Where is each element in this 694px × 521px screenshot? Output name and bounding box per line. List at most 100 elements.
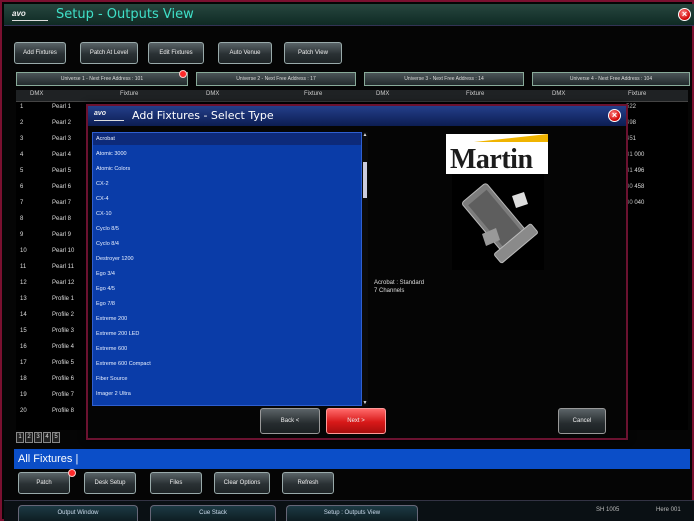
status-tab-output-window[interactable]: Output Window [18, 505, 138, 521]
list-item[interactable]: Ego 7/8 [93, 298, 361, 310]
dialog-close-icon[interactable]: × [608, 109, 621, 122]
table-row[interactable]: 8 Pearl 8 [16, 216, 96, 228]
list-item[interactable]: Atomic 3000 [93, 148, 361, 160]
list-item[interactable]: CX-10 [93, 208, 361, 220]
row-dmx: 9 [20, 232, 24, 238]
brand-logo: Martin [446, 134, 548, 175]
list-item[interactable]: Fiber Source [93, 373, 361, 385]
next-button[interactable]: Next > [326, 408, 386, 434]
list-item[interactable]: Destroyer 1200 [93, 253, 361, 265]
window-title: Setup - Outputs View [56, 7, 194, 22]
universe-tab-3[interactable]: Universe 3 - Next Free Address : 14 [364, 72, 524, 86]
list-item[interactable]: Extreme 600 Compact [93, 358, 361, 370]
list-item[interactable]: Imager 2 Ultra [93, 388, 361, 400]
grid-header-cell: Fixture [120, 91, 139, 97]
row-dmx: 16 [20, 344, 27, 350]
row-dmx: 6 [20, 184, 24, 190]
list-item[interactable]: Extreme 200 [93, 313, 361, 325]
table-row[interactable]: 9 Pearl 9 [16, 232, 96, 244]
list-item[interactable]: Acrobat [93, 133, 361, 145]
files-button[interactable]: Files [150, 472, 202, 494]
grid-header-cell: Fixture [628, 91, 647, 97]
table-row[interactable]: 3 Pearl 3 [16, 136, 96, 148]
table-row[interactable]: 20 Profile 8 [16, 408, 96, 420]
patch-view-button[interactable]: Patch View [284, 42, 342, 64]
page-button[interactable]: 4 [43, 432, 51, 443]
row-dmx: 3 [20, 136, 24, 142]
fixture-image [452, 174, 544, 270]
row-fixture-name: Pearl 7 [52, 200, 72, 206]
auto-venue-button[interactable]: Auto Venue [218, 42, 272, 64]
table-row[interactable]: 11 Pearl 11 [16, 264, 96, 276]
row-dmx: 18 [20, 376, 27, 382]
status-bar: Output Window Cue Stack Setup : Outputs … [4, 500, 694, 521]
table-row[interactable]: 7 Pearl 7 [16, 200, 96, 212]
grid-header-cell: Fixture [466, 91, 485, 97]
status-tab-cue-stack[interactable]: Cue Stack [150, 505, 276, 521]
clear-options-button[interactable]: Clear Options [214, 472, 270, 494]
list-item[interactable]: Atomic Colors [93, 163, 361, 175]
command-line[interactable]: All Fixtures | [14, 449, 690, 469]
edit-fixtures-button[interactable]: Edit Fixtures [148, 42, 204, 64]
table-row[interactable]: 13 Profile 1 [16, 296, 96, 308]
universe-tab-4[interactable]: Universe 4 - Next Free Address : 104 [532, 72, 690, 86]
cancel-button[interactable]: Cancel [558, 408, 606, 434]
alert-badge [179, 70, 187, 78]
list-item[interactable]: Ego 4/5 [93, 283, 361, 295]
close-icon[interactable]: × [678, 8, 691, 21]
table-row[interactable]: 16 Profile 4 [16, 344, 96, 356]
table-row[interactable]: 4 Pearl 4 [16, 152, 96, 164]
page-button[interactable]: 1 [16, 432, 24, 443]
row-fixture-name: Pearl 10 [52, 248, 75, 254]
fixture-type-list[interactable]: Acrobat Atomic 3000 Atomic Colors CX-2 CX-4 C… [92, 132, 362, 406]
row-dmx: 14 [20, 312, 27, 318]
row-fixture-name: Profile 1 [52, 296, 75, 302]
list-item[interactable]: Cyclo 8/5 [93, 223, 361, 235]
table-row[interactable]: 2 Pearl 2 [16, 120, 96, 132]
add-fixtures-button[interactable]: Add Fixtures [14, 42, 66, 64]
page-button[interactable]: 5 [52, 432, 60, 443]
status-tab-setup[interactable]: Setup : Outputs View [286, 505, 418, 521]
list-item[interactable]: CX-2 [93, 178, 361, 190]
table-row[interactable]: 17 Profile 5 [16, 360, 96, 372]
row-fixture-name: Pearl 11 [52, 264, 74, 270]
desk-setup-button[interactable]: Desk Setup [84, 472, 136, 494]
row-fixture-name: Pearl 2 [52, 120, 72, 126]
refresh-button[interactable]: Refresh [282, 472, 334, 494]
brand-name: Martin [450, 144, 533, 175]
page-button[interactable]: 3 [34, 432, 42, 443]
right-column-cell: 31 496 [626, 168, 645, 174]
table-row[interactable]: 19 Profile 7 [16, 392, 96, 404]
table-row[interactable]: 14 Profile 2 [16, 312, 96, 324]
list-item[interactable]: CX-4 [93, 193, 361, 205]
row-fixture-name: Pearl 6 [52, 184, 72, 190]
scroll-down-icon[interactable]: ▼ [362, 400, 368, 406]
table-row[interactable]: 15 Profile 3 [16, 328, 96, 340]
back-button[interactable]: Back < [260, 408, 320, 434]
grid-header-cell: DMX [376, 91, 390, 97]
table-row[interactable]: 12 Pearl 12 [16, 280, 96, 292]
table-row[interactable]: 6 Pearl 6 [16, 184, 96, 196]
list-item[interactable]: Extreme 600 [93, 343, 361, 355]
grid-header-cell: Fixture [304, 91, 323, 97]
patch-at-level-button[interactable]: Patch At Level [80, 42, 138, 64]
universe-tab-1[interactable]: Universe 1 - Next Free Address : 101 [16, 72, 188, 86]
table-row[interactable]: 18 Profile 6 [16, 376, 96, 388]
list-scrollbar[interactable]: ▲ ▼ [362, 132, 368, 406]
scroll-thumb[interactable] [363, 162, 367, 198]
dialog-title: Add Fixtures - Select Type [132, 109, 274, 122]
universe-tab-2[interactable]: Universe 2 - Next Free Address : 17 [196, 72, 356, 86]
right-column-cell: 31 000 [626, 152, 645, 158]
list-item[interactable]: Cyclo 8/4 [93, 238, 361, 250]
row-fixture-name: Profile 5 [52, 360, 75, 366]
list-item[interactable]: Extreme 200 LED [93, 328, 361, 340]
scroll-up-icon[interactable]: ▲ [362, 132, 368, 138]
page-button[interactable]: 2 [25, 432, 33, 443]
table-row[interactable]: 10 Pearl 10 [16, 248, 96, 260]
table-row[interactable]: 5 Pearl 5 [16, 168, 96, 180]
patch-button[interactable]: Patch [18, 472, 70, 494]
grid-header: DMX Fixture DMX Fixture DMX Fixture DMX … [16, 90, 688, 102]
list-item[interactable]: Ego 3/4 [93, 268, 361, 280]
table-row[interactable]: 1 Pearl 1 [16, 104, 96, 116]
row-fixture-name: Profile 7 [52, 392, 75, 398]
